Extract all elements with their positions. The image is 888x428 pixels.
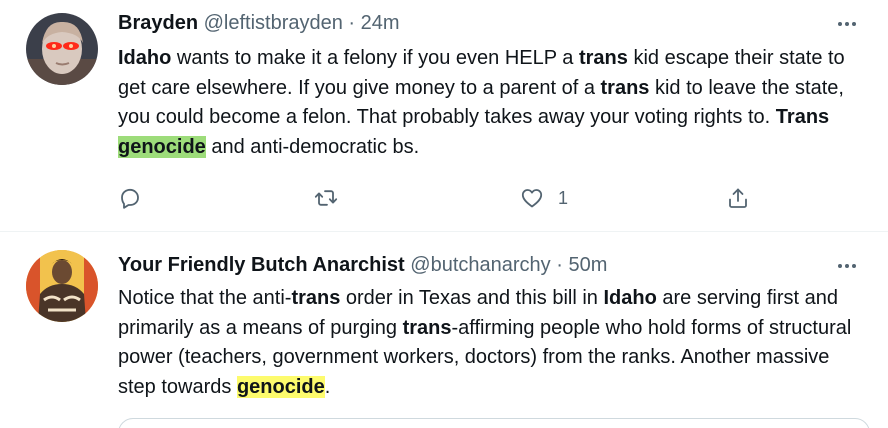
separator: · <box>556 254 563 276</box>
share-icon <box>729 188 747 208</box>
tweet-text: Idaho wants to make it a felony if you e… <box>118 44 866 162</box>
display-name[interactable]: Your Friendly Butch Anarchist <box>118 254 405 276</box>
bold-term: Trans <box>775 106 830 128</box>
tweet-header: Brayden @leftistbrayden · 24m <box>118 10 400 36</box>
tweet-actions: 1 <box>118 182 758 214</box>
text-segment: . <box>324 375 331 398</box>
heart-icon <box>521 189 543 208</box>
reply-button[interactable] <box>118 182 142 214</box>
reply-icon <box>121 188 139 209</box>
retweet-button[interactable] <box>314 182 338 214</box>
bold-term: trans <box>578 47 628 69</box>
tweet-header: Your Friendly Butch Anarchist @butchanar… <box>118 252 607 278</box>
tweet-text: Notice that the anti-trans order in Texa… <box>118 284 866 402</box>
handle[interactable]: @leftistbrayden <box>204 12 343 34</box>
handle[interactable]: @butchanarchy <box>410 254 550 276</box>
avatar-image <box>26 13 98 85</box>
avatar[interactable] <box>26 13 98 85</box>
more-options-icon[interactable] <box>832 12 862 36</box>
bold-term: trans <box>402 316 452 339</box>
highlighted-term: genocide <box>236 375 325 398</box>
timestamp[interactable]: 50m <box>568 254 607 276</box>
bold-term: trans <box>600 76 650 99</box>
avatar-image <box>26 250 98 322</box>
separator: · <box>348 12 356 34</box>
bold-term: Idaho <box>118 47 172 69</box>
highlighted-term: genocide <box>118 135 206 158</box>
like-count: 1 <box>558 187 569 208</box>
retweet-icon <box>314 190 338 206</box>
text-segment: and anti-democratic bs. <box>205 135 420 158</box>
like-button[interactable]: 1 <box>520 182 568 214</box>
text-segment: wants to make it a felony if you even HE… <box>171 47 579 69</box>
timestamp[interactable]: 24m <box>361 12 400 34</box>
more-options-icon[interactable] <box>832 254 862 278</box>
text-segment: Notice that the anti- <box>118 287 292 309</box>
avatar[interactable] <box>26 250 98 322</box>
display-name[interactable]: Brayden <box>118 12 198 34</box>
share-button[interactable] <box>726 182 750 214</box>
bold-term: Idaho <box>603 287 657 309</box>
reply-input[interactable] <box>118 418 870 428</box>
bold-term: trans <box>291 287 341 309</box>
tweet[interactable]: Brayden @leftistbrayden · 24m Idaho want… <box>0 0 888 232</box>
text-segment: order in Texas and this bill in <box>340 287 604 309</box>
